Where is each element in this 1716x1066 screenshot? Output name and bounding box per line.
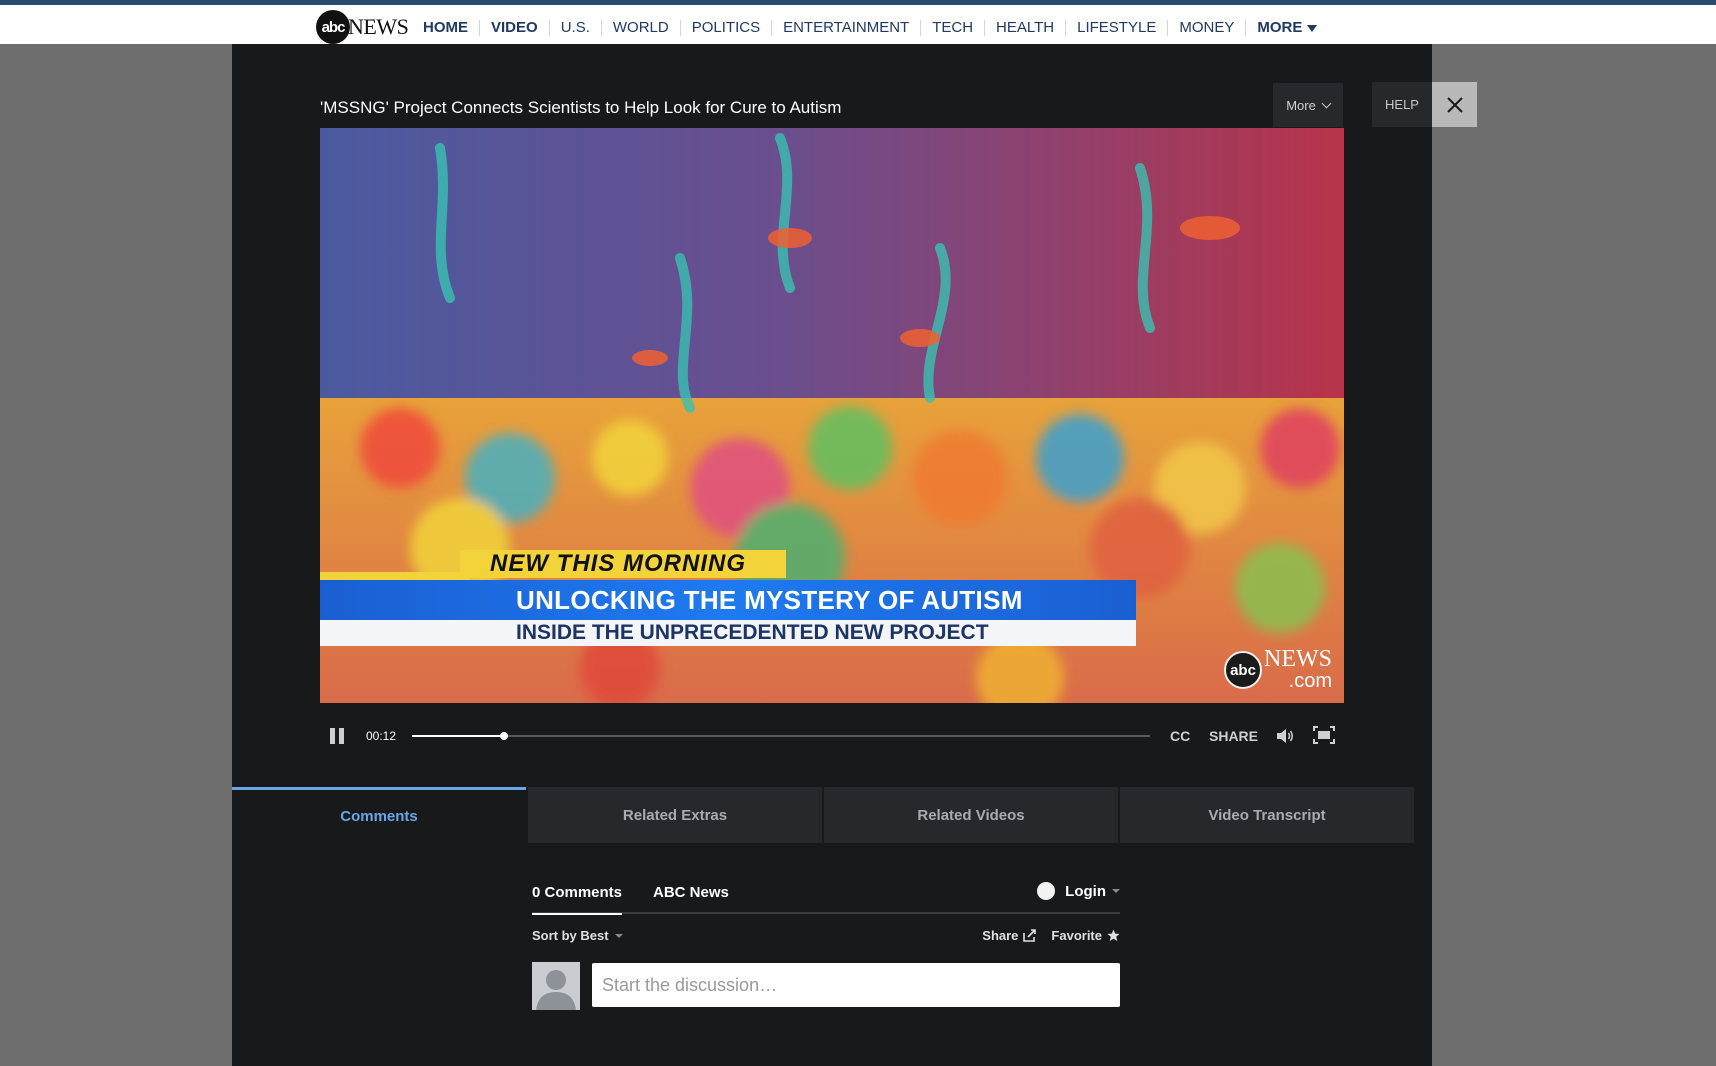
closed-captions-button[interactable]: CC <box>1170 728 1190 744</box>
player-controls: 00:12 CC SHARE <box>320 720 1344 750</box>
share-discussion-label: Share <box>982 928 1019 943</box>
share-button[interactable]: SHARE <box>1209 728 1258 744</box>
fullscreen-icon[interactable] <box>1313 726 1335 744</box>
watermark-news-text: NEWS <box>1264 646 1332 672</box>
abc-news-logo[interactable]: abc NEWS <box>316 9 409 45</box>
watermark-abc: abc <box>1224 651 1262 689</box>
comments-toolbar: Sort by Best Share Favorite <box>532 914 1120 954</box>
progress-scrubber-handle[interactable] <box>500 732 509 740</box>
nav-item-politics[interactable]: POLITICS <box>681 20 773 36</box>
nav-item-us[interactable]: U.S. <box>550 20 602 36</box>
login-label: Login <box>1065 882 1106 900</box>
current-time: 00:12 <box>366 729 397 743</box>
comment-count-tab[interactable]: 0 Comments <box>532 884 623 915</box>
pause-icon[interactable] <box>330 728 344 744</box>
main-nav: HOME VIDEO U.S. WORLD POLITICS ENTERTAIN… <box>411 14 1328 42</box>
favorite-label: Favorite <box>1051 928 1102 943</box>
progress-track[interactable] <box>412 732 1150 740</box>
close-icon <box>1446 96 1463 113</box>
start-discussion-input[interactable] <box>592 963 1120 1007</box>
comments-header: 0 Comments ABC News Login <box>532 870 1120 915</box>
close-button[interactable] <box>1432 82 1477 127</box>
help-button[interactable]: HELP <box>1372 82 1432 127</box>
video-frame[interactable]: NEW THIS MORNING UNLOCKING THE MYSTERY O… <box>320 128 1344 703</box>
tab-comments[interactable]: Comments <box>232 787 526 843</box>
chevron-down-icon <box>1321 98 1332 108</box>
watermark-news: NEWS .com <box>1264 646 1332 692</box>
abc-news-watermark: abc NEWS .com <box>1224 646 1332 692</box>
sort-dropdown[interactable]: Sort by Best <box>532 928 623 943</box>
login-menu[interactable]: Login <box>1037 882 1120 900</box>
share-icon <box>1023 929 1037 942</box>
tab-video-transcript[interactable]: Video Transcript <box>1120 787 1414 843</box>
nav-item-entertainment[interactable]: ENTERTAINMENT <box>772 20 922 36</box>
nav-item-home[interactable]: HOME <box>411 20 480 36</box>
nav-more-label: MORE <box>1257 19 1303 36</box>
nav-item-health[interactable]: HEALTH <box>985 20 1067 36</box>
community-link[interactable]: ABC News <box>653 884 729 901</box>
star-icon <box>1107 929 1120 941</box>
avatar <box>532 962 580 1010</box>
comments-widget: 0 Comments ABC News Login Sort by Best S… <box>532 870 1120 1010</box>
video-tabs: Comments Related Extras Related Videos V… <box>232 787 1416 843</box>
more-label: More <box>1286 97 1316 113</box>
share-discussion-button[interactable]: Share <box>982 928 1037 943</box>
abc-logo-mark: abc <box>316 10 350 44</box>
chat-bubble-icon <box>1037 882 1056 900</box>
nav-item-world[interactable]: WORLD <box>602 20 681 36</box>
nav-item-lifestyle[interactable]: LIFESTYLE <box>1066 20 1169 36</box>
caret-down-icon <box>1112 889 1120 893</box>
comments-actions: Share Favorite <box>982 928 1120 943</box>
top-nav-bar: abc NEWS HOME VIDEO U.S. WORLD POLITICS … <box>0 0 1716 44</box>
lower-third-subline: INSIDE THE UNPRECEDENTED NEW PROJECT <box>516 621 989 644</box>
tab-related-videos[interactable]: Related Videos <box>824 787 1118 843</box>
progress-fill <box>412 735 505 737</box>
more-dropdown-button[interactable]: More <box>1273 83 1343 127</box>
nav-item-more[interactable]: MORE <box>1246 20 1328 36</box>
tab-related-extras[interactable]: Related Extras <box>528 787 822 843</box>
nav-item-money[interactable]: MONEY <box>1168 20 1247 36</box>
favorite-button[interactable]: Favorite <box>1051 928 1120 943</box>
news-logo-text: NEWS <box>348 14 409 39</box>
caret-down-icon <box>1307 24 1318 32</box>
nav-item-video[interactable]: VIDEO <box>480 20 550 36</box>
watermark-domain: .com <box>1288 670 1332 692</box>
nav-item-tech[interactable]: TECH <box>921 20 986 36</box>
sort-label: Sort by Best <box>532 928 609 943</box>
volume-icon[interactable] <box>1275 727 1295 745</box>
lower-third-graphic: NEW THIS MORNING UNLOCKING THE MYSTERY O… <box>320 550 1344 670</box>
user-silhouette-icon <box>532 962 580 1010</box>
video-title: 'MSSNG' Project Connects Scientists to H… <box>320 98 842 117</box>
lower-third-tag: NEW THIS MORNING <box>460 550 786 578</box>
caret-down-icon <box>614 933 623 938</box>
lower-third-headline: UNLOCKING THE MYSTERY OF AUTISM <box>516 585 1023 615</box>
